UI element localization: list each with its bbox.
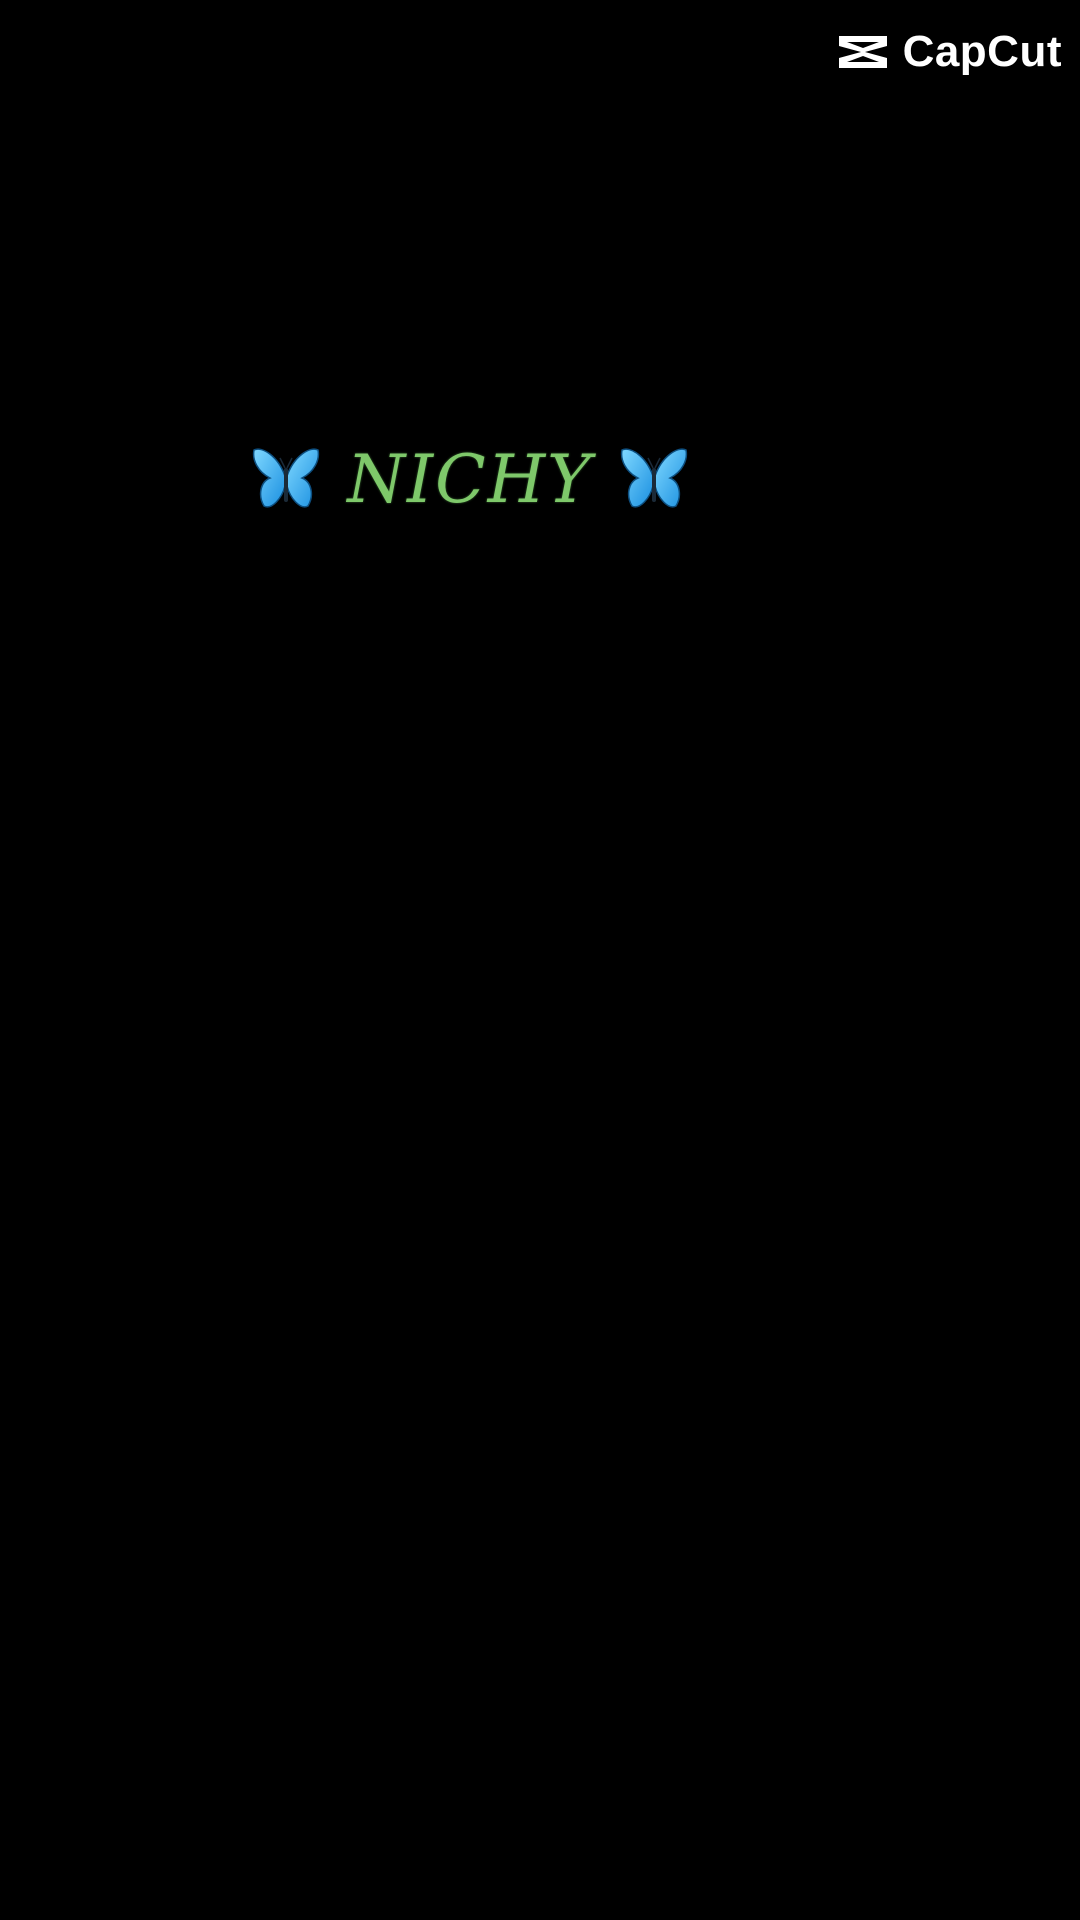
capcut-brand-text: CapCut bbox=[902, 27, 1062, 76]
video-frame: CapCut NICHY bbox=[0, 0, 1080, 1920]
title-overlay: NICHY bbox=[250, 440, 690, 520]
butterfly-icon bbox=[252, 448, 320, 508]
butterfly-icon bbox=[620, 448, 688, 508]
capcut-logo-icon bbox=[838, 36, 887, 68]
title-text: NICHY bbox=[347, 441, 593, 518]
capcut-watermark: CapCut bbox=[835, 30, 1062, 74]
